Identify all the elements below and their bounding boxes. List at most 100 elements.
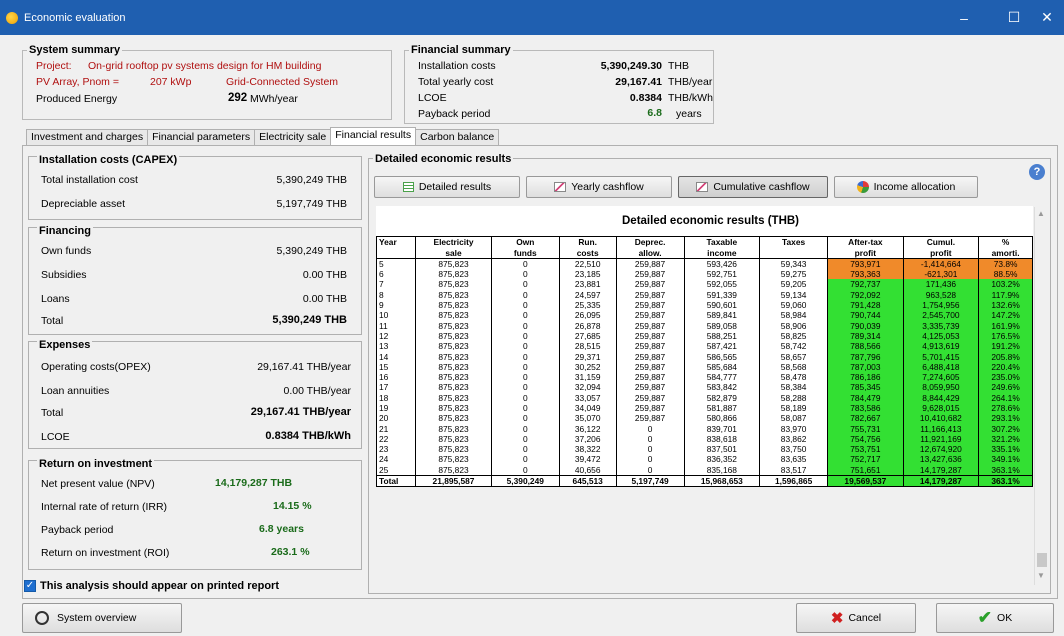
- table-cell: 259,887: [615, 361, 685, 372]
- table-cell: 23: [375, 444, 417, 455]
- tab-financial-parameters[interactable]: Financial parameters: [147, 129, 256, 145]
- header-cell: sale: [415, 247, 492, 259]
- table-cell: 4,125,053: [902, 330, 980, 342]
- table-cell: 0: [490, 454, 560, 465]
- table-cell: 88.5%: [978, 269, 1033, 280]
- header-cell: %: [978, 236, 1033, 248]
- scroll-up-icon[interactable]: ▲: [1037, 209, 1045, 218]
- ok-button[interactable]: ✔ OK: [936, 603, 1054, 633]
- table-cell: 791,428: [827, 299, 904, 311]
- table-cell: 835,168: [683, 464, 761, 476]
- expenses-legend: Expenses: [37, 339, 93, 351]
- maximize-button[interactable]: ☐: [994, 0, 1034, 35]
- npv-label: Net present value (NPV): [41, 478, 155, 490]
- table-cell: 26,095: [558, 310, 617, 321]
- capex-total-label: Total installation cost: [41, 174, 138, 186]
- table-cell: 12: [375, 330, 417, 342]
- capex-dep-value: 5,197,749 THB: [276, 198, 347, 210]
- table-cell: 33,057: [558, 392, 617, 403]
- table-cell: 875,823: [415, 330, 492, 342]
- table-cell: 176.5%: [978, 330, 1033, 342]
- tab-financial-results[interactable]: Financial results: [330, 127, 417, 145]
- table-cell: 11,921,169: [902, 433, 980, 445]
- table-scrollbar[interactable]: ▲ ▼: [1034, 207, 1048, 585]
- report-checkbox-label[interactable]: This analysis should appear on printed r…: [40, 580, 279, 592]
- header-cell: Taxable: [683, 236, 761, 248]
- table-row: 15 875,823 0 30,252 259,887 585,684 58,568 787,…: [375, 361, 1033, 372]
- table-cell: 584,777: [683, 371, 761, 383]
- table-cell: 13: [375, 341, 417, 352]
- table-cell: 15,968,653: [683, 474, 761, 487]
- fin-lcoe-label: LCOE: [418, 92, 447, 104]
- system-overview-button[interactable]: System overview: [22, 603, 182, 633]
- table-cell: 875,823: [415, 464, 492, 476]
- table-cell: 73.8%: [978, 258, 1033, 269]
- table-cell: 586,565: [683, 351, 761, 362]
- table-cell: 307.2%: [978, 423, 1033, 434]
- table-cell: 23,185: [558, 269, 617, 280]
- table-cell: 58,568: [759, 361, 829, 372]
- table-cell: 0: [490, 289, 560, 300]
- tab-investment[interactable]: Investment and charges: [26, 129, 149, 145]
- table-cell: 3,335,739: [902, 320, 980, 331]
- cancel-button[interactable]: ✖ Cancel: [796, 603, 916, 633]
- cancel-label: Cancel: [848, 612, 882, 624]
- table-cell: 587,421: [683, 341, 761, 352]
- table-cell: 235.0%: [978, 371, 1033, 383]
- table-cell: 18: [375, 392, 417, 403]
- tab-carbon-balance[interactable]: Carbon balance: [415, 129, 500, 145]
- table-cell: 793,363: [827, 269, 904, 280]
- help-icon[interactable]: ?: [1029, 164, 1045, 180]
- header-cell: funds: [490, 247, 560, 259]
- table-cell: 9,628,015: [902, 402, 980, 414]
- yearly-cashflow-button[interactable]: Yearly cashflow: [526, 176, 672, 198]
- header-cell: Own: [490, 236, 560, 248]
- table-cell: 0: [490, 310, 560, 321]
- header-cell: After-tax: [827, 236, 904, 248]
- table-cell: 875,823: [415, 382, 492, 393]
- income-allocation-button[interactable]: Income allocation: [834, 176, 978, 198]
- table-cell: 10,410,682: [902, 413, 980, 424]
- table-cell: 580,866: [683, 413, 761, 424]
- loans-label: Loans: [41, 293, 70, 305]
- detailed-results-button[interactable]: Detailed results: [374, 176, 520, 198]
- table-cell: 0: [490, 351, 560, 362]
- table-cell: 37,206: [558, 433, 617, 445]
- expenses-group: Expenses Operating costs(OPEX) 29,167.41…: [28, 339, 362, 449]
- detailed-results-label: Detailed results: [418, 181, 492, 193]
- financing-total-label: Total: [41, 315, 64, 327]
- table-cell: 792,092: [827, 289, 904, 300]
- table-cell: 6: [375, 269, 417, 280]
- energy-value: 292: [228, 92, 248, 104]
- report-checkbox[interactable]: ✓: [24, 580, 36, 592]
- fin-yearly-unit: THB/year: [668, 76, 713, 88]
- pie-chart-icon: [856, 181, 869, 193]
- table-row: 5 875,823 0 22,510 259,887 593,426 59,343 793,9…: [375, 258, 1033, 269]
- table-cell: 875,823: [415, 413, 492, 424]
- table-cell: 21: [375, 423, 417, 434]
- table-cell: 34,049: [558, 402, 617, 414]
- own-funds-label: Own funds: [41, 245, 92, 257]
- cumulative-cashflow-button[interactable]: Cumulative cashflow: [678, 176, 828, 198]
- table-row: 10 875,823 0 26,095 259,887 589,841 58,984 790,…: [375, 310, 1033, 321]
- scroll-down-icon[interactable]: ▼: [1037, 571, 1045, 580]
- table-cell: 83,750: [759, 444, 829, 455]
- scroll-thumb[interactable]: [1037, 553, 1047, 567]
- table-cell: 220.4%: [978, 361, 1033, 372]
- table-cell: 363.1%: [978, 464, 1033, 476]
- system-overview-label: System overview: [57, 612, 137, 624]
- table-cell: 30,252: [558, 361, 617, 372]
- table-cell: 259,887: [615, 413, 685, 424]
- table-cell: 11: [375, 320, 417, 331]
- table-cell: 15: [375, 361, 417, 372]
- close-button[interactable]: ✕: [1030, 0, 1064, 35]
- table-cell: 335.1%: [978, 444, 1033, 455]
- financing-legend: Financing: [37, 225, 93, 237]
- tab-electricity-sale[interactable]: Electricity sale: [254, 129, 332, 145]
- table-cell: 58,984: [759, 310, 829, 321]
- table-cell: 0: [615, 444, 685, 455]
- table-cell: 58,906: [759, 320, 829, 331]
- table-cell: 1,754,956: [902, 299, 980, 311]
- table-cell: 16: [375, 371, 417, 383]
- minimize-button[interactable]: –: [944, 0, 984, 35]
